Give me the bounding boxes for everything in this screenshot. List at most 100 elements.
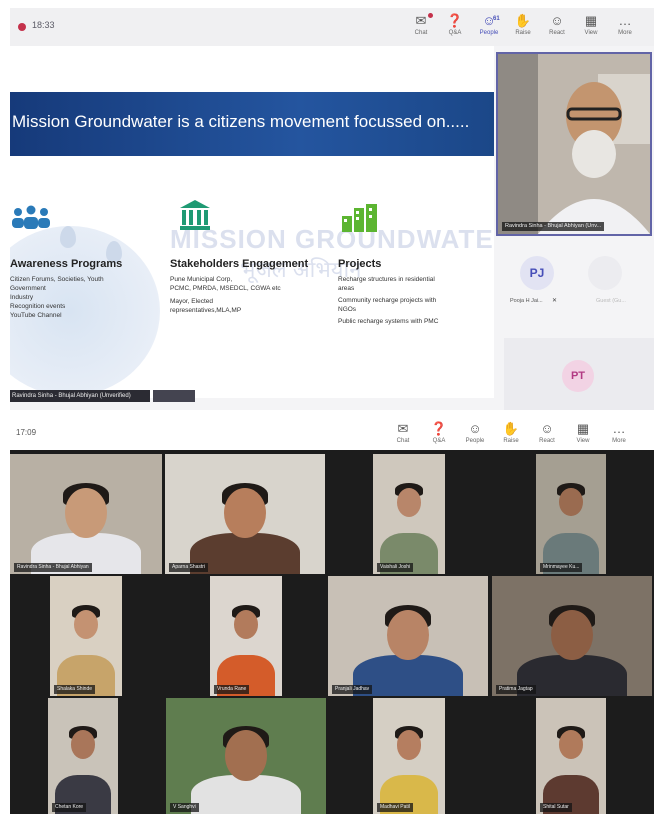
more-icon: … bbox=[612, 421, 626, 436]
participant-face bbox=[396, 487, 422, 517]
participant-face bbox=[559, 487, 583, 517]
toolbar-qa-button[interactable]: ❓ Q&A bbox=[440, 12, 470, 44]
view-icon: ▦ bbox=[584, 13, 598, 28]
watermark-logo-text: MISSION GROUNDWATER bbox=[170, 224, 494, 254]
toolbar-label: View bbox=[576, 438, 590, 444]
toolbar-raise-button[interactable]: ✋ Raise bbox=[496, 420, 526, 452]
toolbar-chat-button[interactable]: ✉ Chat bbox=[388, 420, 418, 452]
active-speaker-video[interactable]: Ravindra Sinha - Bhujal Abhiyan (Unv... bbox=[496, 52, 652, 236]
column-line: Government bbox=[10, 285, 46, 292]
participant-name: Guest (Gu... bbox=[596, 298, 626, 304]
video-tile[interactable]: Mrinmayee Ku... bbox=[536, 454, 606, 574]
participant-face bbox=[71, 730, 95, 760]
toolbar-label: More bbox=[618, 30, 632, 36]
video-tile[interactable]: Vaishali Joshi bbox=[373, 454, 445, 574]
participant-name-tag: Shalaka Shinde bbox=[54, 685, 96, 694]
video-tile[interactable]: Pratima Jagtap bbox=[492, 576, 652, 696]
avatar-pj[interactable]: PJ bbox=[520, 256, 554, 290]
participant-name-tag: Chetan Kore bbox=[52, 803, 87, 812]
toolbar-label: Q&A bbox=[432, 438, 446, 444]
qa-icon: ❓ bbox=[430, 421, 448, 436]
toolbar-react-button[interactable]: ☺ React bbox=[532, 420, 562, 452]
toolbar-label: Chat bbox=[414, 30, 428, 36]
toolbar-raise-button[interactable]: ✋ Raise bbox=[508, 12, 538, 44]
toolbar-view-button[interactable]: ▦ View bbox=[576, 12, 606, 44]
participant-face bbox=[225, 730, 267, 781]
participant-face bbox=[224, 487, 266, 538]
slide-column-awareness: Awareness Programs Citizen Forums, Socie… bbox=[10, 258, 122, 320]
shared-slide: Mission Groundwater is a citizens moveme… bbox=[10, 46, 494, 398]
video-tile[interactable]: Aparna Shastri bbox=[165, 454, 325, 574]
toolbar-label: View bbox=[584, 30, 598, 36]
toolbar-label: People bbox=[479, 30, 499, 36]
slide-title: Mission Groundwater is a citizens moveme… bbox=[12, 112, 470, 131]
toolbar-people-button[interactable]: ☺ People 61 bbox=[474, 12, 504, 44]
toolbar-view-button[interactable]: ▦ View bbox=[568, 420, 598, 452]
avatar-pt: PT bbox=[562, 360, 594, 392]
column-line: NGOs bbox=[338, 306, 357, 313]
raise-hand-icon: ✋ bbox=[514, 13, 532, 28]
participant-name-tag: Pratima Jagtap bbox=[496, 685, 536, 694]
column-title: Awareness Programs bbox=[10, 258, 123, 270]
buildings-icon bbox=[342, 204, 377, 232]
participant-name-tag: Mrinmayee Ku... bbox=[540, 563, 583, 572]
qa-icon: ❓ bbox=[446, 13, 464, 28]
participant-face bbox=[387, 609, 429, 660]
toolbar-label: Raise bbox=[503, 438, 519, 444]
video-tile[interactable]: Chetan Kore bbox=[48, 698, 118, 814]
toolbar-people-button[interactable]: ☺ People bbox=[460, 420, 490, 452]
participant-name-tag: Shital Sutar bbox=[540, 803, 572, 812]
toolbar-label: React bbox=[549, 30, 565, 36]
participant-name-tag: V Sanghvi bbox=[170, 803, 199, 812]
speaker-video-feed bbox=[498, 54, 650, 234]
toolbar-chat-button[interactable]: ✉ Chat bbox=[406, 12, 436, 44]
chat-icon: ✉ bbox=[397, 421, 409, 436]
slide-column-projects: Projects Recharge structures in resident… bbox=[338, 258, 438, 326]
view-icon: ▦ bbox=[576, 421, 590, 436]
participant-count: 61 bbox=[493, 16, 500, 22]
slide-column-stakeholders: Stakeholders Engagement Pune Municipal C… bbox=[170, 258, 308, 315]
toolbar-react-button[interactable]: ☺ React bbox=[542, 12, 572, 44]
toolbar-qa-button[interactable]: ❓ Q&A bbox=[424, 420, 454, 452]
column-line: Recharge structures in residential bbox=[338, 276, 435, 283]
presenter-more-button[interactable] bbox=[153, 390, 195, 402]
participant-name-tag: Vrunda Rane bbox=[214, 685, 250, 694]
water-drop-icon bbox=[60, 226, 76, 248]
column-line: Mayor, Elected bbox=[170, 298, 213, 305]
toolbar-more-button[interactable]: … More bbox=[604, 420, 634, 452]
column-line: Recognition events bbox=[10, 303, 66, 310]
column-line: representatives,MLA,MP bbox=[170, 307, 242, 314]
video-tile[interactable]: V Sanghvi bbox=[166, 698, 326, 814]
column-line: Pune Municipal Corp, bbox=[170, 276, 233, 283]
bottom-screenshot: 17:09 ✉ Chat ❓ Q&A ☺ People ✋ Raise ☺ React ▦ View …… bbox=[10, 416, 654, 814]
video-tile[interactable]: Vrunda Rane bbox=[210, 576, 282, 696]
meeting-timer: 18:33 bbox=[32, 20, 55, 30]
government-building-icon bbox=[180, 200, 210, 230]
participant-name-tag: Pranjali Jadhav bbox=[332, 685, 373, 694]
video-tile[interactable]: Madhavi Patil bbox=[373, 698, 445, 814]
video-tile[interactable]: Shital Sutar bbox=[536, 698, 606, 814]
raise-hand-icon: ✋ bbox=[502, 421, 520, 436]
more-icon: … bbox=[618, 13, 632, 28]
video-tile[interactable]: Ravindra Sinha - Bhujal Abhiyan bbox=[10, 454, 162, 574]
toolbar-more-button[interactable]: … More bbox=[610, 12, 640, 44]
column-title: Stakeholders Engagement bbox=[170, 258, 309, 270]
video-tile[interactable]: Pranjali Jadhav bbox=[328, 576, 488, 696]
participant-face bbox=[396, 730, 422, 760]
participant-name-tag: Vaishali Joshi bbox=[377, 563, 414, 572]
react-icon: ☺ bbox=[540, 421, 554, 436]
toolbar-label: Raise bbox=[515, 30, 531, 36]
top-screenshot: 18:33 ✉ Chat ❓ Q&A ☺ People 61 ✋ Raise ☺ React ▦ Vie… bbox=[10, 8, 654, 410]
participant-face bbox=[73, 609, 99, 639]
toolbar-label: More bbox=[612, 438, 626, 444]
participant-name-tag: Aparna Shastri bbox=[169, 563, 209, 572]
mic-muted-icon: ✕ bbox=[552, 298, 558, 304]
column-line: Community recharge projects with bbox=[338, 297, 437, 304]
column-line: Industry bbox=[10, 294, 34, 301]
video-tile[interactable]: Shalaka Shinde bbox=[50, 576, 122, 696]
avatar-guest[interactable] bbox=[588, 256, 622, 290]
people-icon: ☺ bbox=[468, 421, 482, 436]
people-group-icon bbox=[12, 205, 50, 229]
speaker-name-tag: Ravindra Sinha - Bhujal Abhiyan (Unv... bbox=[502, 222, 605, 231]
column-title: Projects bbox=[338, 258, 382, 270]
